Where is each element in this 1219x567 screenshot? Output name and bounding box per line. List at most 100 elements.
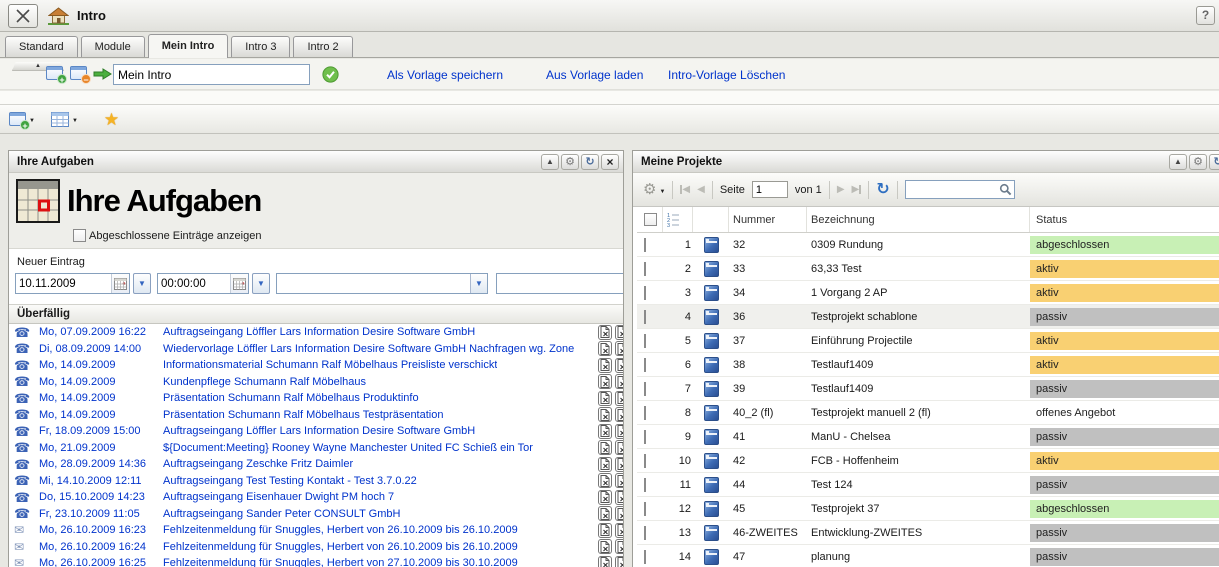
task-date-link[interactable]: Mo, 14.09.2009 xyxy=(39,359,163,371)
task-date-link[interactable]: Fr, 23.10.2009 11:05 xyxy=(39,508,163,520)
date-dropdown-button[interactable]: ▼ xyxy=(133,273,151,294)
row-checkbox[interactable] xyxy=(644,334,646,348)
task-text-link[interactable]: Präsentation Schumann Ralf Möbelhaus Tes… xyxy=(163,409,443,421)
combo-dropdown-icon[interactable]: ▼ xyxy=(470,274,487,293)
table-row[interactable]: 23363,33 Testaktiv xyxy=(637,257,1219,281)
add-intro-portlet-icon[interactable]: + xyxy=(46,66,63,80)
tab-module[interactable]: Module xyxy=(81,36,145,57)
time-picker-icon[interactable] xyxy=(230,274,248,293)
task-text-link[interactable]: Auftragseingang Test Testing Kontakt - T… xyxy=(163,475,417,487)
complete-entry-button[interactable] xyxy=(615,424,623,439)
complete-entry-button[interactable] xyxy=(615,374,623,389)
complete-entry-button[interactable] xyxy=(615,391,623,406)
project-icon[interactable] xyxy=(704,453,719,469)
complete-entry-button[interactable] xyxy=(598,523,612,538)
task-date-link[interactable]: Mo, 28.09.2009 14:36 xyxy=(39,458,163,470)
collapse-panel-button[interactable]: ▲ xyxy=(1169,154,1187,170)
time-dropdown-button[interactable]: ▼ xyxy=(252,273,270,294)
panel-settings-button[interactable]: ⚙ xyxy=(1189,154,1207,170)
row-checkbox[interactable] xyxy=(644,406,646,420)
tab-intro-2[interactable]: Intro 2 xyxy=(293,36,352,57)
first-page-button[interactable]: ◀ xyxy=(680,184,690,195)
task-date-link[interactable]: Mo, 14.09.2009 xyxy=(39,376,163,388)
complete-entry-button[interactable] xyxy=(598,490,612,505)
column-header-bezeichnung[interactable]: Bezeichnung xyxy=(807,207,1030,232)
search-input[interactable] xyxy=(906,184,999,196)
complete-entry-button[interactable] xyxy=(615,325,623,340)
task-text-link[interactable]: ${Document:Meeting} Rooney Wayne Manches… xyxy=(163,442,533,454)
close-icon[interactable] xyxy=(8,4,38,28)
help-button[interactable]: ? xyxy=(1196,6,1215,25)
complete-entry-button[interactable] xyxy=(598,424,612,439)
task-date-link[interactable]: Mo, 26.10.2009 16:25 xyxy=(39,557,163,567)
project-icon[interactable] xyxy=(704,405,719,421)
tab-intro-3[interactable]: Intro 3 xyxy=(231,36,290,57)
tab-standard[interactable]: Standard xyxy=(5,36,78,57)
task-date-link[interactable]: Mo, 21.09.2009 xyxy=(39,442,163,454)
complete-entry-button[interactable] xyxy=(615,523,623,538)
complete-entry-button[interactable] xyxy=(615,556,623,567)
task-text-link[interactable]: Kundenpflege Schumann Ralf Möbelhaus xyxy=(163,376,366,388)
panel-close-button[interactable]: × xyxy=(601,154,619,170)
grid-settings-button[interactable]: ⚙ ▼ xyxy=(643,182,665,197)
complete-entry-button[interactable] xyxy=(615,539,623,554)
intro-name-input[interactable] xyxy=(113,64,310,85)
task-text-link[interactable]: Auftragseingang Zeschke Fritz Daimler xyxy=(163,458,353,470)
project-icon[interactable] xyxy=(704,309,719,325)
tab-mein-intro[interactable]: Mein Intro xyxy=(148,34,229,58)
row-checkbox[interactable] xyxy=(644,526,646,540)
show-completed-checkbox[interactable] xyxy=(73,229,86,242)
table-row[interactable]: 1042FCB - Hoffenheimaktiv xyxy=(637,449,1219,473)
row-checkbox[interactable] xyxy=(644,550,646,564)
complete-entry-button[interactable] xyxy=(598,556,612,567)
panel-settings-button[interactable]: ⚙ xyxy=(561,154,579,170)
home-icon[interactable] xyxy=(48,7,69,25)
time-field[interactable] xyxy=(157,273,249,294)
column-header-nummer[interactable]: Nummer xyxy=(729,207,807,232)
project-icon[interactable] xyxy=(704,501,719,517)
task-date-link[interactable]: Mo, 14.09.2009 xyxy=(39,409,163,421)
complete-entry-button[interactable] xyxy=(598,473,612,488)
panel-refresh-button[interactable]: ↻ xyxy=(581,154,599,170)
column-header-status[interactable]: Status xyxy=(1030,207,1219,232)
row-checkbox[interactable] xyxy=(644,454,646,468)
table-row[interactable]: 1447planungpassiv xyxy=(637,545,1219,567)
entry-text-field[interactable] xyxy=(496,273,623,294)
project-icon[interactable] xyxy=(704,237,719,253)
type-column-header[interactable] xyxy=(693,207,729,232)
complete-entry-button[interactable] xyxy=(615,473,623,488)
task-text-link[interactable]: Informationsmaterial Schumann Ralf Möbel… xyxy=(163,359,497,371)
project-icon[interactable] xyxy=(704,525,719,541)
task-text-link[interactable]: Fehlzeitenmeldung für Snuggles, Herbert … xyxy=(163,524,518,536)
confirm-check-icon[interactable] xyxy=(322,66,339,86)
select-all-checkbox[interactable] xyxy=(644,213,657,226)
panel-refresh-button[interactable]: ↻ xyxy=(1209,154,1219,170)
table-row[interactable]: 1320309 Rundungabgeschlossen xyxy=(637,233,1219,257)
task-text-link[interactable]: Auftragseingang Löffler Lars Information… xyxy=(163,326,475,338)
task-date-link[interactable]: Mo, 14.09.2009 xyxy=(39,392,163,404)
complete-entry-button[interactable] xyxy=(615,457,623,472)
row-checkbox[interactable] xyxy=(644,478,646,492)
table-row[interactable]: 638Testlauf1409aktiv xyxy=(637,353,1219,377)
row-checkbox[interactable] xyxy=(644,430,646,444)
table-row[interactable]: 436Testprojekt schablonepassiv xyxy=(637,305,1219,329)
task-date-link[interactable]: Mo, 07.09.2009 16:22 xyxy=(39,326,163,338)
table-row[interactable]: 1346-ZWEITESEntwicklung-ZWEITESpassiv xyxy=(637,521,1219,545)
complete-entry-button[interactable] xyxy=(615,490,623,505)
row-checkbox[interactable] xyxy=(644,382,646,396)
table-row[interactable]: 1245Testprojekt 37abgeschlossen xyxy=(637,497,1219,521)
row-checkbox[interactable] xyxy=(644,286,646,300)
complete-entry-button[interactable] xyxy=(598,539,612,554)
table-row[interactable]: 1144Test 124passiv xyxy=(637,473,1219,497)
delete-intro-template-link[interactable]: Intro-Vorlage Löschen xyxy=(668,68,785,82)
remove-intro-portlet-icon[interactable]: − xyxy=(70,66,87,80)
project-icon[interactable] xyxy=(704,357,719,373)
next-page-button[interactable]: ▶ xyxy=(837,184,845,195)
complete-entry-button[interactable] xyxy=(598,457,612,472)
complete-entry-button[interactable] xyxy=(598,506,612,521)
task-text-link[interactable]: Auftragseingang Sander Peter CONSULT Gmb… xyxy=(163,508,400,520)
complete-entry-button[interactable] xyxy=(598,407,612,422)
project-icon[interactable] xyxy=(704,429,719,445)
search-icon[interactable] xyxy=(999,183,1012,196)
task-date-link[interactable]: Do, 15.10.2009 14:23 xyxy=(39,491,163,503)
